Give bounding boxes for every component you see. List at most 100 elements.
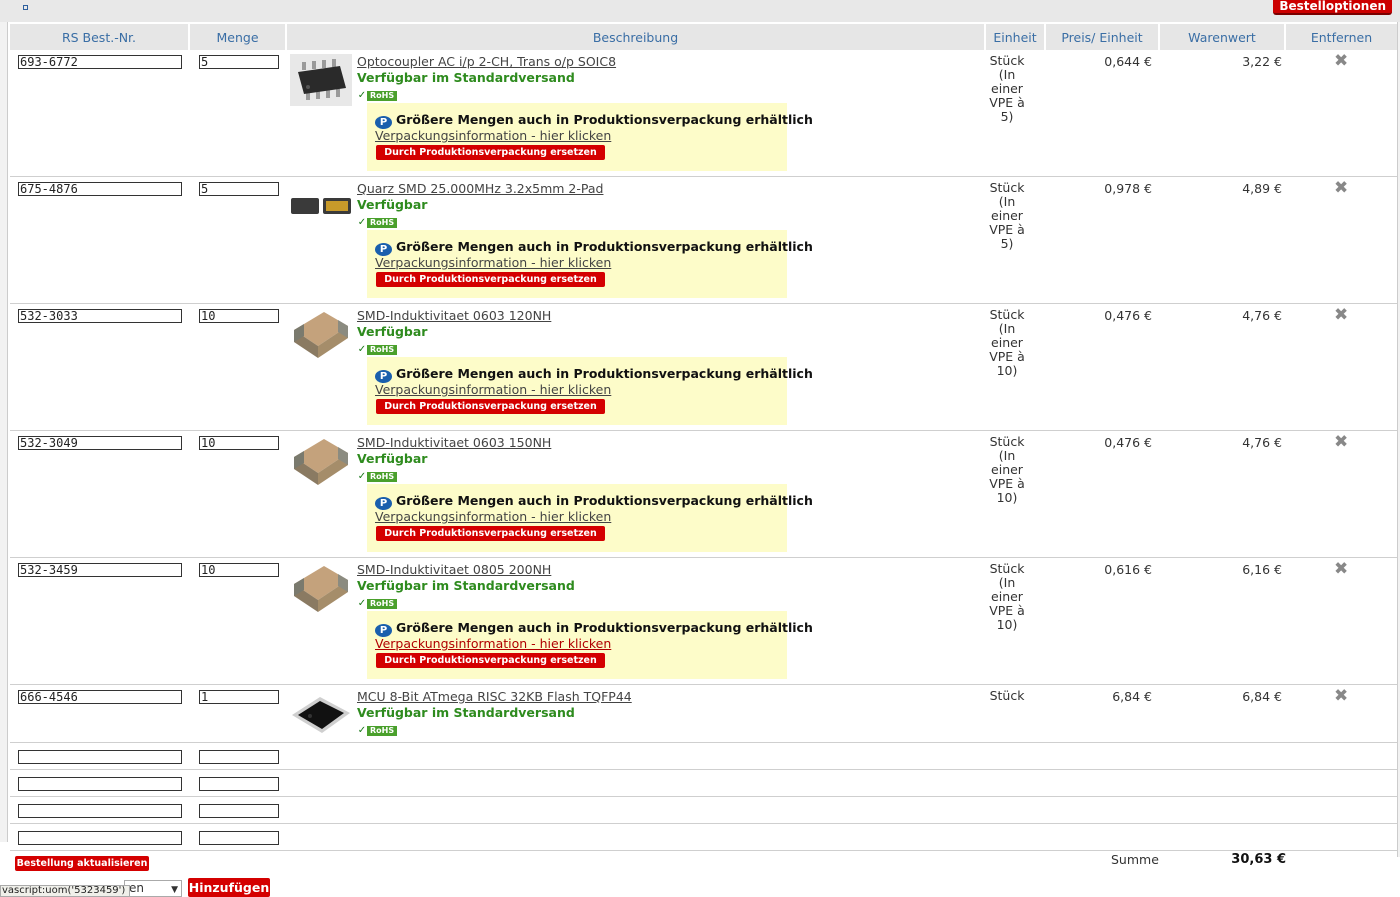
- column-header-total[interactable]: Warenwert: [1160, 24, 1286, 50]
- replace-with-production-packaging-button[interactable]: Durch Produktionsverpackung ersetzen: [376, 272, 605, 287]
- product-description: MCU 8-Bit ATmega RISC 32KB Flash TQFP44 V…: [357, 689, 632, 736]
- order-number-input[interactable]: 532-3459: [18, 563, 182, 577]
- order-number-input[interactable]: [18, 777, 182, 791]
- replace-with-production-packaging-button[interactable]: Durch Produktionsverpackung ersetzen: [376, 145, 605, 160]
- line-total: 4,76 €: [1242, 308, 1282, 323]
- quantity-input[interactable]: [199, 831, 279, 845]
- add-type-select[interactable]: en ▼: [124, 880, 182, 897]
- rohs-label: RoHS: [367, 218, 398, 228]
- order-number-input[interactable]: 693-6772: [18, 55, 182, 69]
- table-row: 675-4876 5 Quarz SMD 25.000MHz 3.2x5mm 2-P…: [10, 177, 1397, 304]
- rohs-badge: ✓ RoHS: [357, 344, 398, 355]
- sum-value: 30,63 €: [1231, 852, 1286, 867]
- quantity-input[interactable]: [199, 777, 279, 791]
- unit-price: 0,978 €: [1104, 181, 1152, 196]
- product-title-link[interactable]: SMD-Induktivitaet 0805 200NH: [357, 562, 575, 577]
- check-icon: ✓: [357, 90, 367, 101]
- check-icon: ✓: [357, 344, 367, 355]
- order-number-input[interactable]: [18, 750, 182, 764]
- quantity-input[interactable]: 10: [199, 436, 279, 450]
- product-image[interactable]: [290, 689, 352, 741]
- update-order-button[interactable]: Bestellung aktualisieren: [15, 856, 149, 871]
- rohs-badge: ✓ RoHS: [357, 218, 398, 228]
- rohs-badge: ✓ RoHS: [357, 472, 398, 482]
- unit-line: VPE à: [989, 603, 1025, 618]
- rohs-badge: ✓ RoHS: [357, 90, 398, 101]
- chevron-down-icon: ▼: [171, 885, 178, 895]
- quantity-input[interactable]: 10: [199, 309, 279, 323]
- column-header-nr[interactable]: RS Best.-Nr.: [10, 24, 190, 50]
- column-header-description[interactable]: Beschreibung: [287, 24, 986, 50]
- unit-price: 0,476 €: [1104, 308, 1152, 323]
- quantity-input[interactable]: 10: [199, 563, 279, 577]
- product-image[interactable]: [290, 181, 352, 233]
- product-title-link[interactable]: Optocoupler AC i/p 2-CH, Trans o/p SOIC8: [357, 54, 616, 69]
- packaging-info-link[interactable]: Verpackungsinformation - hier klicken: [375, 128, 611, 143]
- empty-entry-row: [10, 770, 1397, 797]
- table-row: 666-4546 1 MCU 8-Bit ATmega RISC 32KB Flas…: [10, 685, 1397, 743]
- remove-icon[interactable]: ✖: [1334, 180, 1348, 197]
- column-header-unit[interactable]: Einheit: [986, 24, 1046, 50]
- packaging-info-link[interactable]: Verpackungsinformation - hier klicken: [375, 636, 611, 651]
- product-image[interactable]: [290, 562, 352, 614]
- product-title-link[interactable]: SMD-Induktivitaet 0603 120NH: [357, 308, 551, 323]
- order-number-input[interactable]: 532-3033: [18, 309, 182, 323]
- quantity-input[interactable]: 1: [199, 690, 279, 704]
- rohs-label: RoHS: [367, 472, 398, 482]
- unit-text: Stück (In einer VPE à 10): [986, 562, 1028, 632]
- product-image[interactable]: [290, 308, 352, 360]
- order-number-input[interactable]: [18, 804, 182, 818]
- availability-text: Verfügbar: [357, 451, 428, 466]
- unit-line: (In: [998, 448, 1016, 463]
- production-packaging-title-text: Größere Mengen auch in Produktionsverpac…: [396, 493, 813, 508]
- order-number-input[interactable]: [18, 831, 182, 845]
- unit-price: 0,476 €: [1104, 435, 1152, 450]
- quantity-input[interactable]: 5: [199, 55, 279, 69]
- unit-line: 10): [996, 363, 1018, 378]
- production-packaging-box: P Größere Mengen auch in Produktionsverpa…: [367, 103, 813, 171]
- replace-with-production-packaging-button[interactable]: Durch Produktionsverpackung ersetzen: [376, 653, 605, 668]
- remove-icon[interactable]: ✖: [1334, 688, 1348, 705]
- column-header-price[interactable]: Preis/ Einheit: [1046, 24, 1160, 50]
- table-row: 532-3049 10 SMD-Induktivitaet 0603 150NH Ve…: [10, 431, 1397, 558]
- packaging-info-link[interactable]: Verpackungsinformation - hier klicken: [375, 509, 611, 524]
- product-image[interactable]: [290, 54, 352, 106]
- remove-icon[interactable]: ✖: [1334, 53, 1348, 70]
- remove-icon[interactable]: ✖: [1334, 561, 1348, 578]
- rohs-label: RoHS: [367, 345, 398, 355]
- quantity-input[interactable]: [199, 804, 279, 818]
- column-header-remove: Entfernen: [1286, 24, 1397, 50]
- unit-price: 0,644 €: [1104, 54, 1152, 69]
- quantity-input[interactable]: [199, 750, 279, 764]
- packaging-info-link[interactable]: Verpackungsinformation - hier klicken: [375, 255, 611, 270]
- replace-with-production-packaging-button[interactable]: Durch Produktionsverpackung ersetzen: [376, 399, 605, 414]
- remove-icon[interactable]: ✖: [1334, 307, 1348, 324]
- product-description: Optocoupler AC i/p 2-CH, Trans o/p SOIC8…: [357, 54, 616, 101]
- order-number-input[interactable]: 666-4546: [18, 690, 182, 704]
- unit-line: Stück: [989, 307, 1025, 322]
- rohs-badge: ✓ RoHS: [357, 726, 398, 736]
- product-title-link[interactable]: Quarz SMD 25.000MHz 3.2x5mm 2-Pad: [357, 181, 603, 196]
- production-packaging-box: P Größere Mengen auch in Produktionsverpa…: [367, 611, 813, 679]
- product-description: Quarz SMD 25.000MHz 3.2x5mm 2-Pad Verfügb…: [357, 181, 603, 228]
- order-number-input[interactable]: 532-3049: [18, 436, 182, 450]
- column-header-qty[interactable]: Menge: [190, 24, 287, 50]
- unit-line: 10): [996, 617, 1018, 632]
- product-image[interactable]: [290, 435, 352, 487]
- table-row: 532-3459 10 SMD-Induktivitaet 0805 200NH Ve…: [10, 558, 1397, 685]
- remove-icon[interactable]: ✖: [1334, 434, 1348, 451]
- order-options-button[interactable]: Bestelloptionen: [1273, 0, 1392, 15]
- availability-text: Verfügbar: [357, 197, 428, 212]
- availability-text: Verfügbar: [357, 324, 428, 339]
- collapse-icon[interactable]: [23, 5, 28, 10]
- unit-line: VPE à: [989, 476, 1025, 491]
- order-number-input[interactable]: 675-4876: [18, 182, 182, 196]
- add-button[interactable]: Hinzufügen: [188, 878, 270, 897]
- replace-with-production-packaging-button[interactable]: Durch Produktionsverpackung ersetzen: [376, 526, 605, 541]
- product-title-link[interactable]: SMD-Induktivitaet 0603 150NH: [357, 435, 551, 450]
- packaging-info-link[interactable]: Verpackungsinformation - hier klicken: [375, 382, 611, 397]
- product-title-link[interactable]: MCU 8-Bit ATmega RISC 32KB Flash TQFP44: [357, 689, 632, 704]
- unit-text: Stück: [986, 689, 1028, 703]
- quantity-input[interactable]: 5: [199, 182, 279, 196]
- unit-price: 6,84 €: [1112, 689, 1152, 704]
